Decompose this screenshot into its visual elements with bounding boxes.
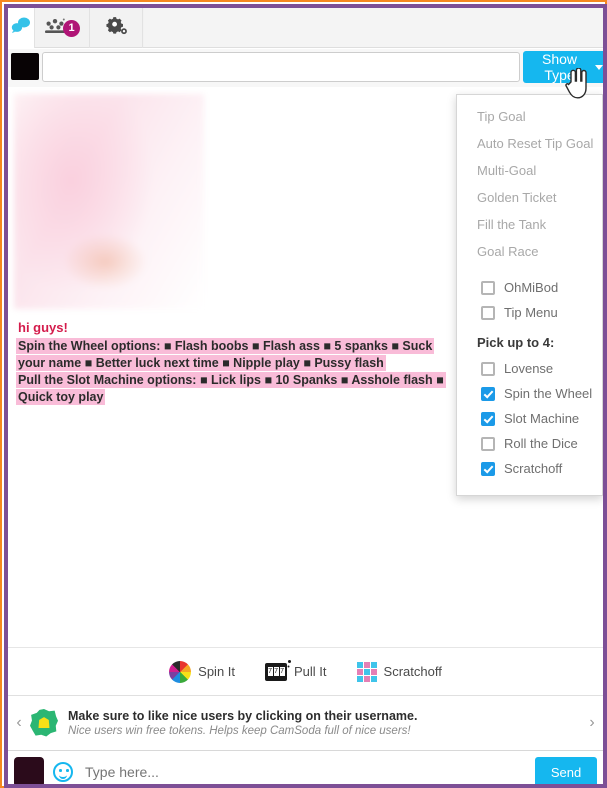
chat-wheel-options-text: Spin the Wheel options: ■ Flash boobs ■ … [16, 338, 435, 371]
carousel-text: Make sure to like nice users by clicking… [68, 709, 581, 737]
app-panel: 1 Show Type hi guys! Spin the Wheel opti… [4, 4, 607, 788]
checkbox-label-ohmibod: OhMiBod [504, 280, 559, 295]
menu-divider-gap [457, 265, 602, 275]
users-unread-badge: 1 [63, 19, 80, 37]
slot-machine-icon: 777 [265, 659, 292, 681]
users-tab[interactable]: 1 [34, 8, 90, 48]
spin-it-label: Spin It [198, 664, 236, 679]
menu-item-fill-the-tank[interactable]: Fill the Tank [457, 211, 602, 238]
chat-slot-options-text: Pull the Slot Machine options: ■ Lick li… [16, 372, 446, 405]
chat-slot-options-message: Pull the Slot Machine options: ■ Lick li… [16, 372, 454, 406]
checkbox-scratchoff[interactable]: Scratchoff [457, 456, 602, 481]
checkbox-label-lovense: Lovense [504, 361, 554, 376]
browser-window-frame: 1 Show Type hi guys! Spin the Wheel opti… [0, 0, 607, 788]
chat-greeting-message: hi guys! [18, 320, 68, 335]
carousel-next-button[interactable]: › [581, 714, 603, 732]
scratchoff-button[interactable]: Scratchoff [356, 661, 442, 682]
pull-it-label: Pull It [294, 664, 327, 679]
settings-tab[interactable] [91, 8, 143, 48]
tab-bar-filler [144, 8, 603, 48]
pick-up-to-header: Pick up to 4: [477, 335, 555, 350]
scratchoff-label: Scratchoff [383, 664, 442, 679]
checkbox-icon-ohmibod[interactable] [481, 280, 495, 295]
chat-tab[interactable] [8, 8, 34, 48]
send-button[interactable]: Send [535, 756, 597, 784]
chat-bubble-icon [11, 17, 31, 38]
gear-icon [105, 16, 128, 41]
checkbox-icon-scratchoff[interactable] [481, 461, 495, 476]
checkbox-icon-roll-the-dice[interactable] [481, 436, 495, 451]
checkbox-tip-menu[interactable]: Tip Menu [457, 300, 602, 325]
menu-item-auto-reset-tip-goal[interactable]: Auto Reset Tip Goal [457, 130, 602, 157]
game-actions-bar: Spin It 777 Pull It Scratchoff [8, 647, 603, 695]
checkbox-label-roll-the-dice: Roll the Dice [504, 436, 578, 451]
menu-item-golden-ticket[interactable]: Golden Ticket [457, 184, 602, 211]
checkbox-label-scratchoff: Scratchoff [504, 461, 563, 476]
show-type-label: Show Type [541, 51, 578, 83]
message-composer: Send [8, 752, 603, 784]
checkbox-icon-tip-menu[interactable] [481, 305, 495, 320]
message-input[interactable] [83, 763, 535, 781]
broadcaster-thumbnail [11, 53, 39, 80]
smiley-icon[interactable] [53, 762, 73, 782]
checkbox-icon-lovense[interactable] [481, 361, 495, 376]
checkbox-label-tip-menu: Tip Menu [504, 305, 558, 320]
pull-it-button[interactable]: 777 Pull It [265, 659, 327, 681]
show-type-button[interactable]: Show Type [523, 51, 603, 83]
avatar[interactable] [14, 757, 44, 784]
topic-input[interactable] [42, 52, 520, 82]
checkbox-label-slot-machine: Slot Machine [504, 411, 580, 426]
carousel-prev-button[interactable]: ‹ [8, 714, 30, 732]
chat-wheel-options-message: Spin the Wheel options: ■ Flash boobs ■ … [16, 338, 454, 372]
menu-item-multi-goal[interactable]: Multi-Goal [457, 157, 602, 184]
wheel-icon [169, 660, 192, 683]
menu-item-goal-race[interactable]: Goal Race [457, 238, 602, 265]
checkbox-ohmibod[interactable]: OhMiBod [457, 275, 602, 300]
tip-carousel: ‹ ☗ Make sure to like nice users by clic… [8, 695, 603, 751]
checkbox-spin-the-wheel[interactable]: Spin the Wheel [457, 381, 602, 406]
tab-bar: 1 [8, 8, 603, 48]
scratchoff-grid-icon [356, 661, 377, 682]
menu-item-tip-goal[interactable]: Tip Goal [457, 103, 602, 130]
checkbox-icon-spin-the-wheel[interactable] [481, 386, 495, 401]
checkbox-lovense[interactable]: Lovense [457, 356, 602, 381]
carousel-title: Make sure to like nice users by clicking… [68, 709, 418, 723]
spin-it-button[interactable]: Spin It [169, 660, 236, 683]
checkbox-label-spin-the-wheel: Spin the Wheel [504, 386, 593, 401]
checkbox-slot-machine[interactable]: Slot Machine [457, 406, 602, 431]
blurred-preview-image [14, 94, 204, 309]
checkbox-roll-the-dice[interactable]: Roll the Dice [457, 431, 602, 456]
checkbox-icon-slot-machine[interactable] [481, 411, 495, 426]
show-topic-bar: Show Type [8, 49, 603, 87]
carousel-subtitle: Nice users win free tokens. Helps keep C… [68, 725, 411, 737]
show-type-dropdown: Tip Goal Auto Reset Tip Goal Multi-Goal … [456, 94, 603, 496]
trophy-badge-icon: ☗ [30, 709, 58, 737]
chevron-down-icon [595, 64, 603, 70]
